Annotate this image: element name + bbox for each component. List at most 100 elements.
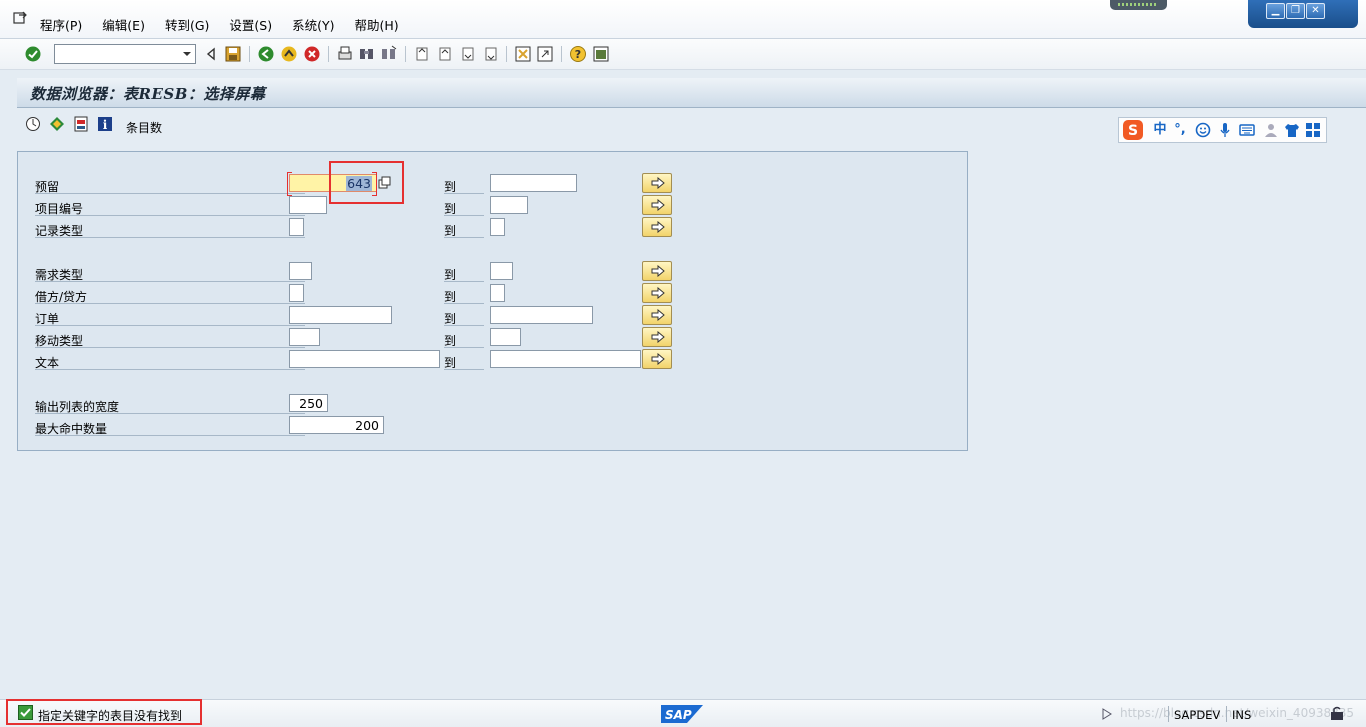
field-label: 预留 [35,176,305,194]
arrow-right-icon [651,265,665,277]
ime-toolbar: S 中 °, [1118,117,1327,143]
field-label: 借方/贷方 [35,286,305,304]
chevron-down-icon[interactable] [179,45,195,63]
enter-check-icon[interactable] [24,45,42,63]
cancel-icon[interactable] [303,45,321,63]
next-page-icon[interactable] [459,45,477,63]
menu-help[interactable]: 帮助(H) [355,15,399,34]
to-label: 到 [444,352,484,370]
find-next-icon[interactable] [380,45,398,63]
text-from-input[interactable] [289,350,440,368]
to-label: 到 [444,286,484,304]
param-row-max-hits: 最大命中数量 200 [18,415,967,436]
max-hits-input[interactable]: 200 [289,416,384,434]
back-icon[interactable] [257,45,275,63]
print-icon[interactable] [336,45,354,63]
requirement-type-from-input[interactable] [289,262,312,280]
text-to-input[interactable] [490,350,641,368]
back-arrow-icon[interactable] [202,45,220,63]
new-session-icon[interactable] [514,45,532,63]
user-icon[interactable] [1263,122,1279,138]
menu-program[interactable]: 程序(P) [40,15,82,34]
status-insert-mode[interactable]: INS [1232,708,1251,722]
reservation-to-input[interactable] [490,174,577,192]
title-bar: 数据浏览器：表RESB：选择屏幕 [17,78,1366,108]
minimize-button[interactable]: ▁ [1266,3,1285,19]
last-page-icon[interactable] [482,45,500,63]
to-label: 到 [444,220,484,238]
movement-type-to-input[interactable] [490,328,521,346]
requirement-type-to-input[interactable] [490,262,513,280]
save-variant-icon[interactable] [73,116,89,132]
selection-row-requirement-type: 需求类型 到 [18,261,967,282]
shortcut-icon[interactable] [536,45,554,63]
selection-row-debit-credit: 借方/贷方 到 [18,283,967,304]
debit-credit-from-input[interactable] [289,284,304,302]
selection-row-record-type: 记录类型 到 [18,217,967,238]
multiple-selection-button[interactable] [642,283,672,303]
field-label: 记录类型 [35,220,305,238]
field-label: 文本 [35,352,305,370]
multiple-selection-button[interactable] [642,349,672,369]
arrow-right-icon [651,177,665,189]
menu-goto[interactable]: 转到(G) [165,15,209,34]
svg-text:S: S [1128,123,1138,139]
first-page-icon[interactable] [413,45,431,63]
to-label: 到 [444,308,484,326]
multiple-selection-button[interactable] [642,305,672,325]
close-window-button[interactable]: ✕ [1306,3,1325,19]
selection-row-movement-type: 移动类型 到 [18,327,967,348]
emoji-icon[interactable] [1195,122,1211,138]
multiple-selection-button[interactable] [642,173,672,193]
punctuation-icon[interactable]: °, [1172,122,1188,138]
item-number-to-input[interactable] [490,196,528,214]
multiple-selection-button[interactable] [642,217,672,237]
microphone-icon[interactable] [1217,122,1233,138]
window-controls: ▁ ❐ ✕ [1248,0,1358,28]
focus-corner-mark [287,172,292,196]
selection-row-reservation: 预留 643 到 [18,173,967,194]
variant-icon[interactable] [49,116,65,132]
item-number-from-input[interactable] [289,196,327,214]
to-label: 到 [444,330,484,348]
standard-toolbar: ? [0,39,1366,70]
arrow-right-icon [651,221,665,233]
menu-system[interactable]: 系统(Y) [292,15,334,34]
chinese-mode-icon[interactable]: 中 [1152,122,1168,138]
order-from-input[interactable] [289,306,392,324]
keyboard-icon[interactable] [1239,122,1255,138]
debit-credit-to-input[interactable] [490,284,505,302]
command-field[interactable] [54,44,196,64]
record-type-to-input[interactable] [490,218,505,236]
number-of-entries-button[interactable]: 条目数 [126,119,162,136]
multiple-selection-button[interactable] [642,261,672,281]
layout-menu-icon[interactable] [592,45,610,63]
arrow-right-icon [651,199,665,211]
find-icon[interactable] [358,45,376,63]
toolbox-icon[interactable] [1305,122,1321,138]
annotation-highlight-box [6,699,202,725]
order-to-input[interactable] [490,306,593,324]
movement-type-from-input[interactable] [289,328,320,346]
svg-text:SAP: SAP [665,708,692,722]
sogou-logo-icon[interactable]: S [1122,119,1144,141]
skin-shirt-icon[interactable] [1284,122,1300,138]
save-icon[interactable] [224,45,242,63]
system-menu-icon[interactable] [13,11,27,25]
multiple-selection-button[interactable] [642,327,672,347]
annotation-highlight-box [329,161,404,204]
multiple-selection-button[interactable] [642,195,672,215]
lock-icon[interactable] [1330,706,1344,721]
record-type-from-input[interactable] [289,218,304,236]
execute-icon[interactable] [25,116,41,132]
help-icon[interactable]: ? [569,45,587,63]
menu-edit[interactable]: 编辑(E) [102,15,145,34]
menu-settings[interactable]: 设置(S) [229,15,272,34]
info-icon[interactable]: i [97,116,113,132]
previous-page-icon[interactable] [436,45,454,63]
output-width-input[interactable]: 250 [289,394,328,412]
arrow-right-icon [651,353,665,365]
exit-icon[interactable] [280,45,298,63]
play-arrow-icon[interactable] [1102,708,1112,720]
restore-button[interactable]: ❐ [1286,3,1305,19]
